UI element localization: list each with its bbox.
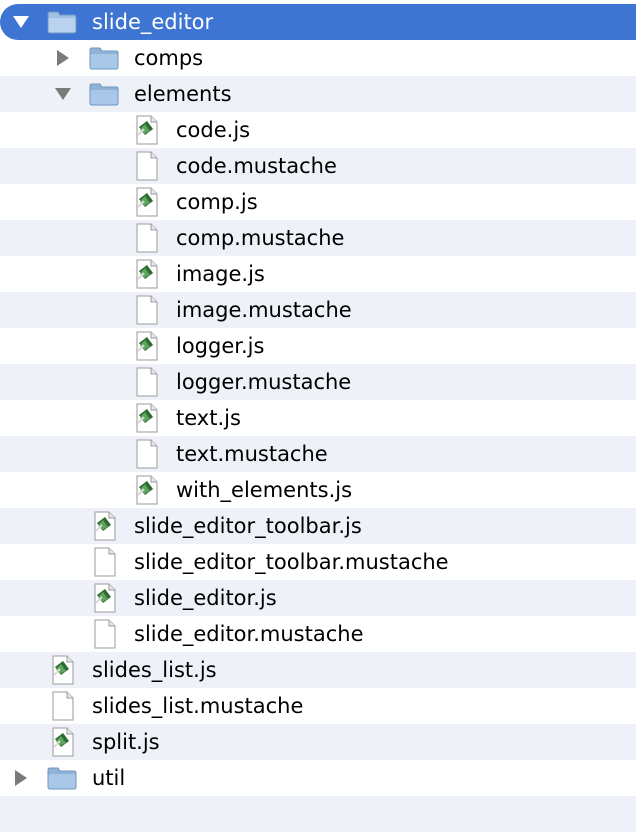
tree-row-label: slides_list.mustache: [92, 694, 304, 718]
tree-row-label: elements: [134, 82, 232, 106]
disclosure-expanded-icon[interactable]: [10, 11, 32, 33]
folder-icon: [89, 79, 119, 109]
js-file-icon: [132, 331, 162, 361]
tree-row-with-elements-js[interactable]: with_elements.js: [0, 472, 636, 508]
tree-row-label: slide_editor: [92, 10, 214, 34]
document-icon: [132, 295, 162, 325]
tree-row-comp-js[interactable]: comp.js: [0, 184, 636, 220]
tree-row-label: text.js: [176, 406, 241, 430]
tree-row-label: code.mustache: [176, 154, 337, 178]
tree-row-slide-editor-js[interactable]: slide_editor.js: [0, 580, 636, 616]
tree-row-code-js[interactable]: code.js: [0, 112, 636, 148]
tree-row-code-mustache[interactable]: code.mustache: [0, 148, 636, 184]
js-file-icon: [132, 187, 162, 217]
disclosure-expanded-icon[interactable]: [52, 83, 74, 105]
js-file-icon: [132, 115, 162, 145]
document-icon: [90, 619, 120, 649]
tree-row-label: split.js: [92, 730, 160, 754]
document-icon: [48, 691, 78, 721]
folder-icon: [89, 43, 119, 73]
js-file-icon: [48, 727, 78, 757]
tree-row-logger-mustache[interactable]: logger.mustache: [0, 364, 636, 400]
tree-row-comp-mustache[interactable]: comp.mustache: [0, 220, 636, 256]
tree-row-slides-list-js[interactable]: slides_list.js: [0, 652, 636, 688]
tree-row-label: comps: [134, 46, 204, 70]
tree-row-label: image.mustache: [176, 298, 352, 322]
tree-row-label: comp.mustache: [176, 226, 345, 250]
tree-row-label: logger.js: [176, 334, 265, 358]
tree-row-slide-editor[interactable]: slide_editor: [0, 4, 636, 40]
folder-icon: [47, 763, 77, 793]
tree-row-label: slides_list.js: [92, 658, 217, 682]
tree-row-split-js[interactable]: split.js: [0, 724, 636, 760]
js-file-icon: [48, 655, 78, 685]
tree-row-label: slide_editor_toolbar.js: [134, 514, 362, 538]
tree-row-label: code.js: [176, 118, 251, 142]
document-icon: [132, 439, 162, 469]
tree-row-label: slide_editor.mustache: [134, 622, 364, 646]
tree-row-label: util: [92, 766, 126, 790]
tree-row-slide-editor-toolbar-js[interactable]: slide_editor_toolbar.js: [0, 508, 636, 544]
js-file-icon: [90, 511, 120, 541]
tree-row-empty: [0, 796, 636, 832]
tree-row-slide-editor-toolbar-mustache[interactable]: slide_editor_toolbar.mustache: [0, 544, 636, 580]
tree-row-label: comp.js: [176, 190, 258, 214]
document-icon: [132, 367, 162, 397]
tree-row-label: image.js: [176, 262, 265, 286]
tree-row-slide-editor-mustache[interactable]: slide_editor.mustache: [0, 616, 636, 652]
file-tree: slide_editor comps elements code.js code…: [0, 0, 636, 832]
js-file-icon: [132, 403, 162, 433]
document-icon: [132, 223, 162, 253]
disclosure-collapsed-icon[interactable]: [10, 767, 32, 789]
tree-row-slides-list-mustache[interactable]: slides_list.mustache: [0, 688, 636, 724]
js-file-icon: [90, 583, 120, 613]
tree-row-label: slide_editor.js: [134, 586, 277, 610]
tree-row-label: with_elements.js: [176, 478, 353, 502]
tree-row-comps[interactable]: comps: [0, 40, 636, 76]
js-file-icon: [132, 475, 162, 505]
tree-row-text-mustache[interactable]: text.mustache: [0, 436, 636, 472]
tree-row-image-mustache[interactable]: image.mustache: [0, 292, 636, 328]
tree-row-image-js[interactable]: image.js: [0, 256, 636, 292]
folder-icon: [47, 7, 77, 37]
disclosure-collapsed-icon[interactable]: [52, 47, 74, 69]
tree-row-label: slide_editor_toolbar.mustache: [134, 550, 449, 574]
tree-row-label: logger.mustache: [176, 370, 352, 394]
tree-row-label: text.mustache: [176, 442, 328, 466]
tree-row-util[interactable]: util: [0, 760, 636, 796]
document-icon: [90, 547, 120, 577]
js-file-icon: [132, 259, 162, 289]
tree-row-elements[interactable]: elements: [0, 76, 636, 112]
tree-row-text-js[interactable]: text.js: [0, 400, 636, 436]
document-icon: [132, 151, 162, 181]
tree-row-logger-js[interactable]: logger.js: [0, 328, 636, 364]
